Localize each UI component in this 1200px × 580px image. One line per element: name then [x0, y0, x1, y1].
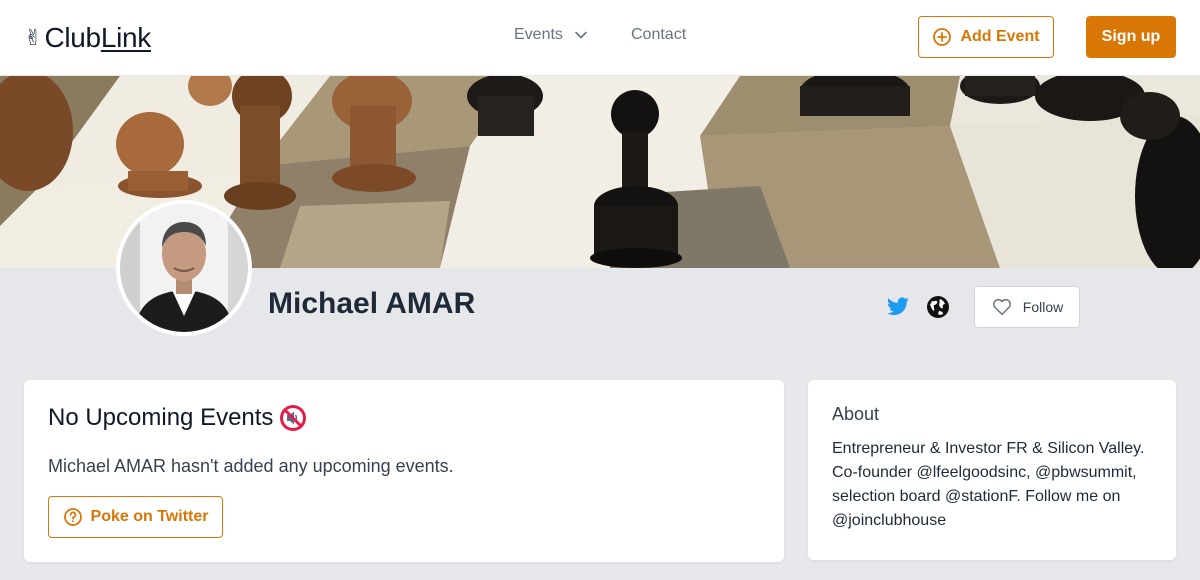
muted-speaker-icon [280, 405, 307, 431]
add-event-label: Add Event [960, 28, 1040, 45]
question-circle-icon [63, 508, 82, 526]
logo-text: ClubLink [44, 22, 151, 54]
clublink-logo[interactable]: ✌ ClubLink [24, 20, 151, 56]
heart-outline-icon [992, 298, 1011, 316]
no-events-message: Michael AMAR hasn't added any upcoming e… [48, 456, 454, 476]
events-card-title: No Upcoming Events [48, 404, 307, 432]
nav-events-label: Events [514, 26, 563, 43]
globe-icon [927, 296, 949, 318]
top-navbar: ✌ ClubLink Events Contact Add Event Sign… [0, 0, 1200, 76]
profile-avatar [116, 200, 252, 336]
events-title-text: No Upcoming Events [48, 404, 274, 431]
profile-name: Michael AMAR [268, 287, 476, 320]
poke-on-twitter-button[interactable]: Poke on Twitter [48, 496, 223, 538]
about-card: About Entrepreneur & Investor FR & Silic… [808, 380, 1176, 560]
about-bio-text: Entrepreneur & Investor FR & Silicon Val… [832, 440, 1145, 529]
follow-label: Follow [1022, 299, 1064, 315]
nav-events-dropdown[interactable]: Events [514, 26, 589, 44]
chevron-down-icon [575, 31, 587, 39]
upcoming-events-card: No Upcoming Events Michael AMAR hasn't a… [24, 380, 784, 562]
plus-circle-icon [933, 28, 952, 46]
sign-up-button[interactable]: Sign up [1086, 16, 1176, 58]
poke-label: Poke on Twitter [90, 508, 209, 525]
add-event-button[interactable]: Add Event [918, 16, 1054, 58]
website-link[interactable] [926, 295, 950, 319]
about-title: About [832, 404, 880, 424]
twitter-profile-link[interactable] [886, 295, 910, 319]
follow-button[interactable]: Follow [974, 286, 1080, 328]
victory-hand-icon: ✌ [24, 25, 43, 50]
logo-word-link: Link [100, 22, 151, 53]
twitter-icon [887, 297, 909, 316]
logo-word-club: Club [44, 22, 101, 53]
nav-contact-link[interactable]: Contact [631, 26, 686, 44]
